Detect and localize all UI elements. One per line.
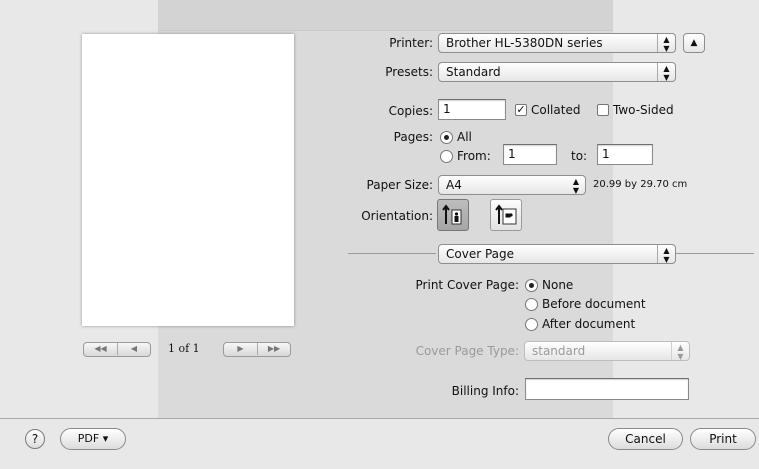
cover-before-radio[interactable] bbox=[525, 298, 538, 311]
cover-before-label: Before document bbox=[542, 297, 646, 311]
disclosure-triangle-icon: ▲ bbox=[690, 38, 698, 48]
portrait-orientation-button[interactable] bbox=[437, 199, 469, 231]
section-popup[interactable]: Cover Page ▲ ▼ bbox=[438, 244, 676, 264]
two-sided-label: Two-Sided bbox=[613, 103, 674, 117]
cancel-label: Cancel bbox=[625, 432, 666, 446]
landscape-orientation-icon bbox=[495, 204, 517, 225]
orientation-label: Orientation: bbox=[361, 209, 433, 223]
pages-to-value: 1 bbox=[602, 147, 610, 161]
bottom-divider bbox=[0, 418, 759, 419]
pages-from-input[interactable]: 1 bbox=[503, 144, 557, 165]
pages-all-label: All bbox=[457, 130, 472, 144]
section-divider-right bbox=[676, 253, 754, 254]
help-icon: ? bbox=[31, 432, 39, 446]
presets-label: Presets: bbox=[385, 65, 433, 79]
help-button[interactable]: ? bbox=[25, 429, 45, 449]
pages-from-radio[interactable] bbox=[440, 150, 453, 163]
pages-label: Pages: bbox=[393, 130, 433, 144]
last-page-icon[interactable]: ▶▶ bbox=[258, 343, 290, 355]
paper-size-label: Paper Size: bbox=[366, 178, 433, 192]
updown-arrows-icon: ▲ ▼ bbox=[572, 177, 580, 195]
paper-dimensions: 20.99 by 29.70 cm bbox=[593, 179, 688, 190]
pages-from-value: 1 bbox=[508, 147, 516, 161]
background-toolbar bbox=[158, 0, 613, 31]
copies-label: Copies: bbox=[388, 104, 433, 118]
print-button[interactable]: Print bbox=[690, 428, 756, 450]
billing-info-label: Billing Info: bbox=[451, 384, 519, 398]
print-label: Print bbox=[709, 432, 737, 446]
printer-label: Printer: bbox=[389, 36, 433, 50]
cover-page-type-popup[interactable]: standard ▲ ▼ bbox=[524, 341, 690, 361]
updown-arrows-icon: ▲ ▼ bbox=[657, 34, 675, 53]
copies-value: 1 bbox=[443, 102, 451, 116]
updown-arrows-icon: ▲ ▼ bbox=[657, 63, 675, 82]
printer-value: Brother HL-5380DN series bbox=[446, 36, 603, 50]
pages-to-input[interactable]: 1 bbox=[597, 144, 653, 165]
print-cover-page-label: Print Cover Page: bbox=[415, 278, 519, 292]
collated-checkbox[interactable]: ✓ bbox=[515, 104, 527, 116]
cover-page-type-value: standard bbox=[532, 344, 586, 358]
cover-none-label: None bbox=[542, 278, 574, 292]
section-value: Cover Page bbox=[446, 247, 515, 261]
collated-label: Collated bbox=[531, 103, 581, 117]
preview-next-buttons[interactable]: ▶ ▶▶ bbox=[223, 342, 291, 357]
copies-input[interactable]: 1 bbox=[438, 99, 506, 120]
landscape-orientation-button[interactable] bbox=[490, 199, 522, 231]
updown-arrows-icon: ▲ ▼ bbox=[657, 245, 675, 264]
cancel-button[interactable]: Cancel bbox=[608, 428, 683, 450]
pdf-menu-label: PDF ▾ bbox=[77, 432, 109, 445]
preview-prev-buttons[interactable]: ◀◀ ◀ bbox=[83, 342, 151, 357]
next-page-icon[interactable]: ▶ bbox=[224, 343, 258, 355]
page-indicator: 1 of 1 bbox=[168, 342, 200, 355]
updown-arrows-icon: ▲ ▼ bbox=[671, 342, 689, 361]
paper-size-value: A4 bbox=[446, 178, 462, 192]
pages-from-label: From: bbox=[457, 149, 491, 163]
two-sided-checkbox[interactable] bbox=[597, 104, 609, 116]
cover-none-radio[interactable] bbox=[525, 279, 538, 292]
cover-after-radio[interactable] bbox=[525, 318, 538, 331]
pages-all-radio[interactable] bbox=[440, 131, 453, 144]
page-preview bbox=[82, 34, 294, 326]
section-divider-left bbox=[348, 253, 436, 254]
cover-after-label: After document bbox=[542, 317, 636, 331]
presets-popup[interactable]: Standard ▲ ▼ bbox=[438, 62, 676, 82]
prev-page-icon[interactable]: ◀ bbox=[118, 343, 150, 355]
portrait-orientation-icon bbox=[442, 204, 462, 225]
paper-size-popup[interactable]: A4 ▲ ▼ bbox=[438, 175, 586, 195]
billing-info-input[interactable] bbox=[525, 378, 689, 400]
pages-to-label: to: bbox=[571, 149, 588, 163]
disclosure-button[interactable]: ▲ bbox=[683, 33, 705, 53]
printer-popup[interactable]: Brother HL-5380DN series ▲ ▼ bbox=[438, 33, 676, 53]
cover-page-type-label: Cover Page Type: bbox=[415, 344, 519, 358]
pdf-menu-button[interactable]: PDF ▾ bbox=[60, 428, 126, 450]
first-page-icon[interactable]: ◀◀ bbox=[84, 343, 118, 355]
presets-value: Standard bbox=[446, 65, 501, 79]
